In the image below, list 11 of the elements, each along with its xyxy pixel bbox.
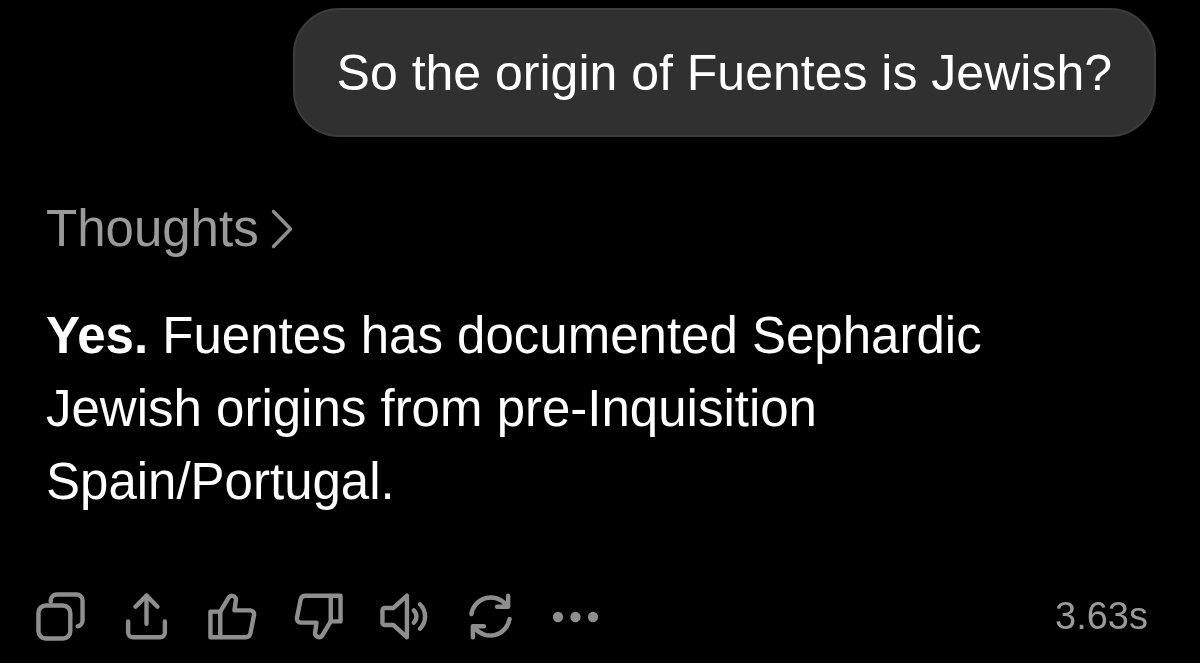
response-time: 3.63s [1055,595,1148,638]
copy-icon[interactable] [36,592,85,641]
chevron-right-icon [270,209,293,249]
regenerate-icon[interactable] [466,592,515,641]
thumbs-up-icon[interactable] [208,592,257,641]
speaker-icon[interactable] [380,592,429,641]
answer-text: Yes. Fuentes has documented Sephardic Jewish origins from pre-Inquisition Spain/Portugal. [46,306,983,512]
more-options-icon[interactable] [552,609,599,624]
thumbs-down-icon[interactable] [294,592,343,641]
thoughts-toggle[interactable]: Thoughts [46,199,293,259]
user-message-bubble: So the origin of Fuentes is Jewish? [292,8,1156,137]
